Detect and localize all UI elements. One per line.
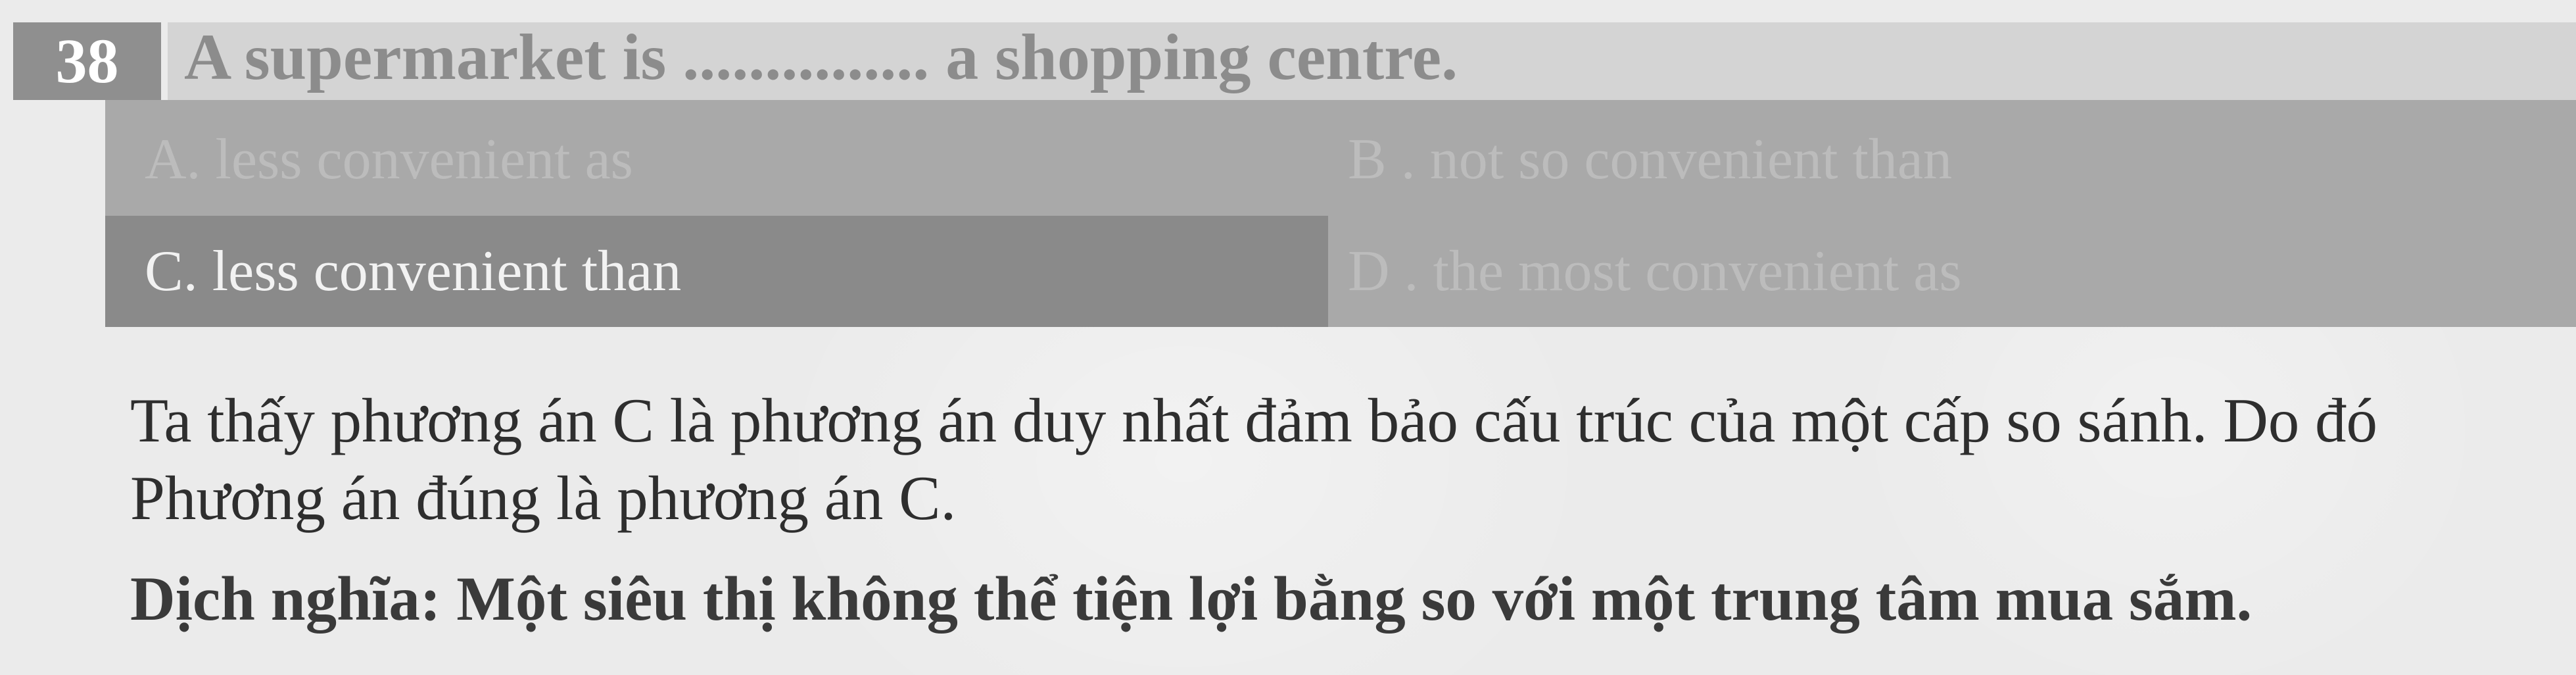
explanation-line-1: Ta thấy phương án C là phương án duy nhấ…	[130, 386, 2378, 455]
explanation: Ta thấy phương án C là phương án duy nhấ…	[130, 382, 2563, 537]
translation: Dịch nghĩa: Một siêu thị không thể tiện …	[130, 564, 2253, 634]
document-page: 38 A supermarket is ............... a sh…	[0, 0, 2576, 675]
question-text: A supermarket is ............... a shopp…	[184, 20, 1458, 93]
option-d: D . the most convenient as	[1348, 239, 1962, 303]
question-number: 38	[13, 22, 161, 100]
option-a: A. less convenient as	[145, 128, 633, 191]
option-c: C. less convenient than	[145, 239, 682, 303]
explanation-line-2: Phương án đúng là phương án C.	[130, 463, 957, 533]
option-b: B . not so convenient than	[1348, 128, 1952, 191]
